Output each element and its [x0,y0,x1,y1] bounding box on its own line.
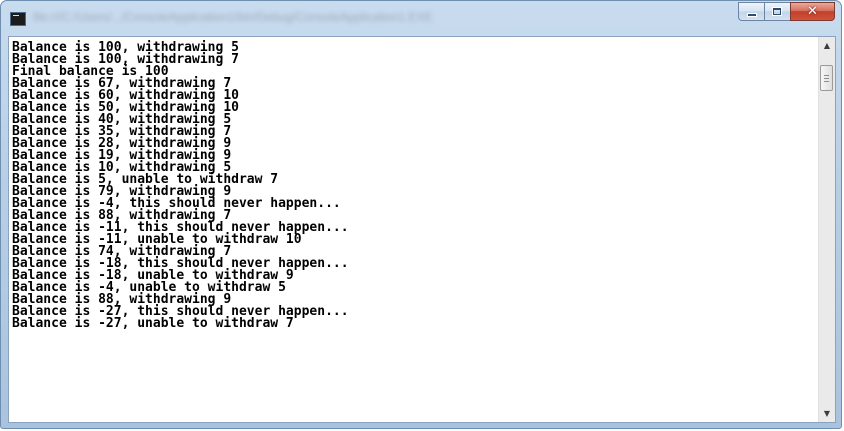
close-icon: ✕ [807,4,818,19]
console-line: Balance is -27, unable to withdraw 7 [12,316,294,331]
vertical-scrollbar[interactable]: ▲ ▼ [818,37,835,422]
console-output[interactable]: Balance is 100, withdrawing 5 Balance is … [9,37,818,422]
console-lines: Balance is 100, withdrawing 5 Balance is … [9,37,818,330]
scroll-up-arrow-icon: ▲ [823,41,831,50]
console-app-icon[interactable] [10,12,26,26]
scroll-thumb[interactable] [820,65,833,91]
thumb-grip-line [824,81,829,82]
minimize-icon [747,13,757,17]
minimize-button[interactable] [738,2,764,21]
console-window: file:///C:/Users/.../ConsoleApplication1… [0,0,842,429]
caption-buttons: ✕ [738,2,835,21]
scroll-up-button[interactable]: ▲ [819,37,835,54]
window-title: file:///C:/Users/.../ConsoleApplication1… [33,10,433,24]
thumb-grip-line [824,75,829,76]
maximize-button[interactable] [764,2,790,21]
close-button[interactable]: ✕ [790,2,835,21]
title-bar[interactable]: file:///C:/Users/.../ConsoleApplication1… [1,1,841,35]
maximize-icon [773,8,781,15]
scroll-down-arrow-icon: ▼ [823,409,831,418]
console-client-area[interactable]: Balance is 100, withdrawing 5 Balance is … [8,36,836,423]
thumb-grip-line [824,78,829,79]
scroll-down-button[interactable]: ▼ [819,405,835,422]
